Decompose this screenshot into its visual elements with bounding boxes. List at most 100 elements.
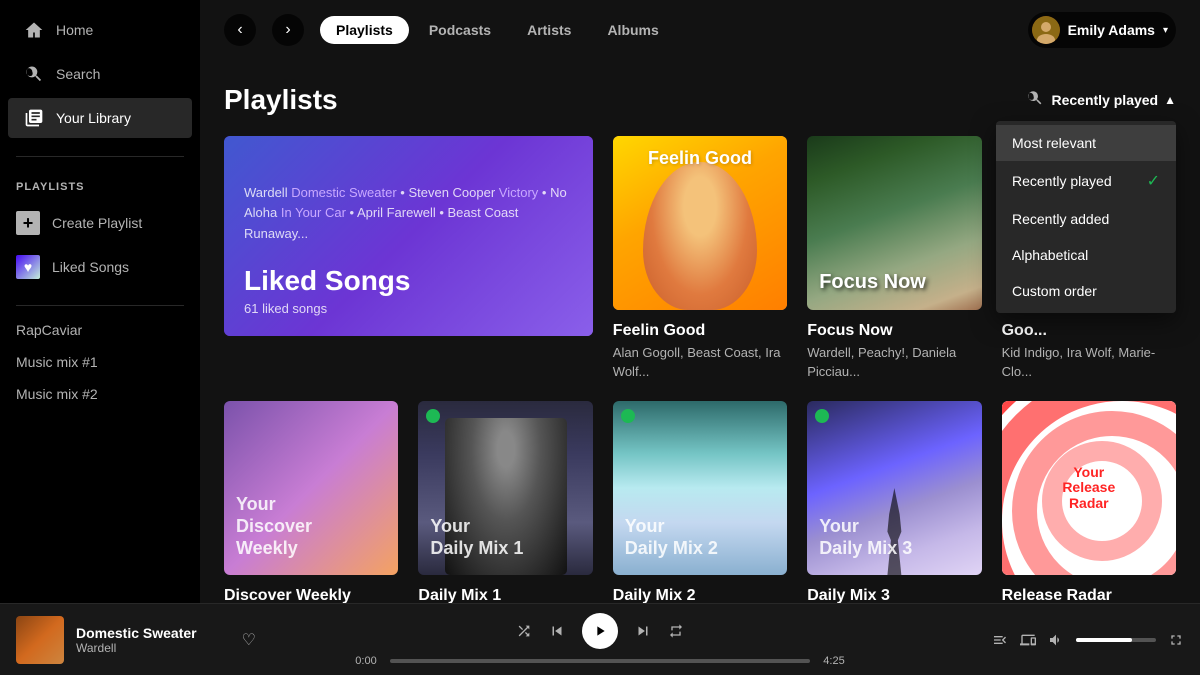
dropdown-item-most-relevant[interactable]: Most relevant: [996, 125, 1176, 161]
dropdown-label-alphabetical: Alphabetical: [1012, 247, 1088, 263]
card-title-good-vibes: Goo...: [1002, 322, 1176, 340]
like-button[interactable]: ♡: [242, 630, 256, 650]
dropdown-label-recently-added: Recently added: [1012, 211, 1109, 227]
tab-playlists[interactable]: Playlists: [320, 16, 409, 44]
page-title: Playlists: [224, 84, 338, 116]
heart-icon: ♥: [16, 255, 40, 279]
sidebar-divider-2: [16, 305, 184, 306]
add-icon: +: [16, 211, 40, 235]
queue-button[interactable]: [992, 632, 1008, 648]
card-subtitle-good-vibes: Kid Indigo, Ira Wolf, Marie-Clo...: [1002, 344, 1176, 380]
sidebar-item-library[interactable]: Your Library: [8, 98, 192, 138]
card-title-feelin-good: Feelin Good: [613, 322, 787, 340]
card-image-focus-now: Focus Now: [807, 136, 981, 310]
forward-button[interactable]: ›: [272, 14, 304, 46]
search-filter-icon[interactable]: [1026, 89, 1044, 112]
back-button[interactable]: ‹: [224, 14, 256, 46]
controls-buttons: [516, 613, 684, 649]
sidebar-search-label: Search: [56, 66, 100, 82]
progress-track[interactable]: [390, 659, 810, 663]
card-daily-mix-2[interactable]: YourDaily Mix 2 Daily Mix 2 The Serious …: [613, 401, 787, 603]
sidebar-create-label: Create Playlist: [52, 215, 142, 231]
repeat-button[interactable]: [668, 623, 684, 639]
liked-songs-bg-text: Wardell Domestic Sweater • Steven Cooper…: [244, 183, 573, 245]
card-liked-songs[interactable]: Wardell Domestic Sweater • Steven Cooper…: [224, 136, 593, 381]
card-title-release-radar: Release Radar: [1002, 587, 1176, 603]
volume-button[interactable]: [1048, 632, 1064, 648]
user-name: Emily Adams: [1068, 22, 1155, 38]
tab-podcasts[interactable]: Podcasts: [413, 16, 507, 44]
sidebar-item-home[interactable]: Home: [8, 10, 192, 50]
playlist-grid-2: YourDiscoverWeekly Discover Weekly Made …: [224, 401, 1176, 603]
content-header: Playlists Recently played ▲ Most relevan…: [224, 84, 1176, 116]
filter-button[interactable]: Recently played ▲: [1052, 92, 1177, 108]
track-name: Domestic Sweater: [76, 625, 230, 641]
filter-chevron-icon: ▲: [1164, 93, 1176, 107]
card-discover-weekly[interactable]: YourDiscoverWeekly Discover Weekly Made …: [224, 401, 398, 603]
extra-controls: [944, 632, 1184, 648]
sidebar-item-rapcaviar[interactable]: RapCaviar: [0, 314, 200, 346]
filter-dropdown: Most relevant Recently played ✓ Recently…: [996, 121, 1176, 313]
fullscreen-button[interactable]: [1168, 632, 1184, 648]
next-button[interactable]: [634, 622, 652, 640]
card-title-daily-mix-3: Daily Mix 3: [807, 587, 981, 603]
sidebar-item-musicmix2[interactable]: Music mix #2: [0, 378, 200, 410]
home-icon: [24, 20, 44, 40]
filter-area: Recently played ▲ Most relevant Recently…: [1026, 89, 1177, 112]
volume-track[interactable]: [1076, 638, 1156, 642]
card-title-focus-now: Focus Now: [807, 322, 981, 340]
card-title-discover-weekly: Discover Weekly: [224, 587, 398, 603]
card-focus-now[interactable]: Focus Now Focus Now Wardell, Peachy!, Da…: [807, 136, 981, 381]
tab-artists[interactable]: Artists: [511, 16, 587, 44]
chevron-down-icon: ▾: [1163, 25, 1168, 36]
dropdown-item-recently-played[interactable]: Recently played ✓: [996, 161, 1176, 201]
liked-songs-title-overlay: Liked Songs: [244, 265, 573, 297]
card-image-daily-mix-3: YourDaily Mix 3: [807, 401, 981, 575]
sidebar-home-label: Home: [56, 22, 93, 38]
card-subtitle-feelin-good: Alan Gogoll, Beast Coast, Ira Wolf...: [613, 344, 787, 380]
volume-fill: [1076, 638, 1132, 642]
card-title-daily-mix-2: Daily Mix 2: [613, 587, 787, 603]
check-icon: ✓: [1147, 171, 1160, 191]
user-menu[interactable]: Emily Adams ▾: [1028, 12, 1176, 48]
prev-button[interactable]: [548, 622, 566, 640]
play-button[interactable]: [582, 613, 618, 649]
card-image-discover-weekly: YourDiscoverWeekly: [224, 401, 398, 575]
dropdown-item-alphabetical[interactable]: Alphabetical: [996, 237, 1176, 273]
sidebar-liked-label: Liked Songs: [52, 259, 129, 275]
sidebar-item-musicmix1[interactable]: Music mix #1: [0, 346, 200, 378]
sidebar-create-playlist[interactable]: + Create Playlist: [0, 201, 200, 245]
card-release-radar[interactable]: YourReleaseRadar Release Radar Made for …: [1002, 401, 1176, 603]
card-daily-mix-3[interactable]: YourDaily Mix 3 Daily Mix 3 Marie-Clo, N…: [807, 401, 981, 603]
content-area: Playlists Recently played ▲ Most relevan…: [200, 60, 1200, 603]
dropdown-item-custom-order[interactable]: Custom order: [996, 273, 1176, 309]
sidebar-liked-songs[interactable]: ♥ Liked Songs: [0, 245, 200, 289]
tab-albums[interactable]: Albums: [591, 16, 674, 44]
sidebar-item-search[interactable]: Search: [8, 54, 192, 94]
sidebar-divider: [16, 156, 184, 157]
card-title-daily-mix-1: Daily Mix 1: [418, 587, 592, 603]
card-image-feelin-good: Feelin Good: [613, 136, 787, 310]
card-image-daily-mix-2: YourDaily Mix 2: [613, 401, 787, 575]
dropdown-item-recently-added[interactable]: Recently added: [996, 201, 1176, 237]
volume-area: [1076, 638, 1156, 642]
card-image-daily-mix-1: YourDaily Mix 1: [418, 401, 592, 575]
sidebar: Home Search Your Library PLAYLISTS + Cre…: [0, 0, 200, 603]
dropdown-label-recently-played: Recently played: [1012, 173, 1112, 189]
current-time: 0:00: [350, 655, 382, 667]
nav-tabs: Playlists Podcasts Artists Albums: [320, 16, 675, 44]
track-thumbnail: [16, 616, 64, 664]
filter-label: Recently played: [1052, 92, 1159, 108]
avatar: [1032, 16, 1060, 44]
shuffle-button[interactable]: [516, 623, 532, 639]
card-subtitle-focus-now: Wardell, Peachy!, Daniela Picciau...: [807, 344, 981, 380]
card-feelin-good[interactable]: Feelin Good Feelin Good Alan Gogoll, Bea…: [613, 136, 787, 381]
bottom-player: Domestic Sweater Wardell ♡ 0:00: [0, 603, 1200, 675]
sidebar-section-playlists: PLAYLISTS: [0, 173, 200, 201]
now-playing: Domestic Sweater Wardell ♡: [16, 616, 256, 664]
track-artist: Wardell: [76, 641, 230, 655]
card-daily-mix-1[interactable]: YourDaily Mix 1 Daily Mix 1 Gene Evaro J…: [418, 401, 592, 603]
devices-button[interactable]: [1020, 632, 1036, 648]
search-icon: [24, 64, 44, 84]
dropdown-label-most-relevant: Most relevant: [1012, 135, 1096, 151]
